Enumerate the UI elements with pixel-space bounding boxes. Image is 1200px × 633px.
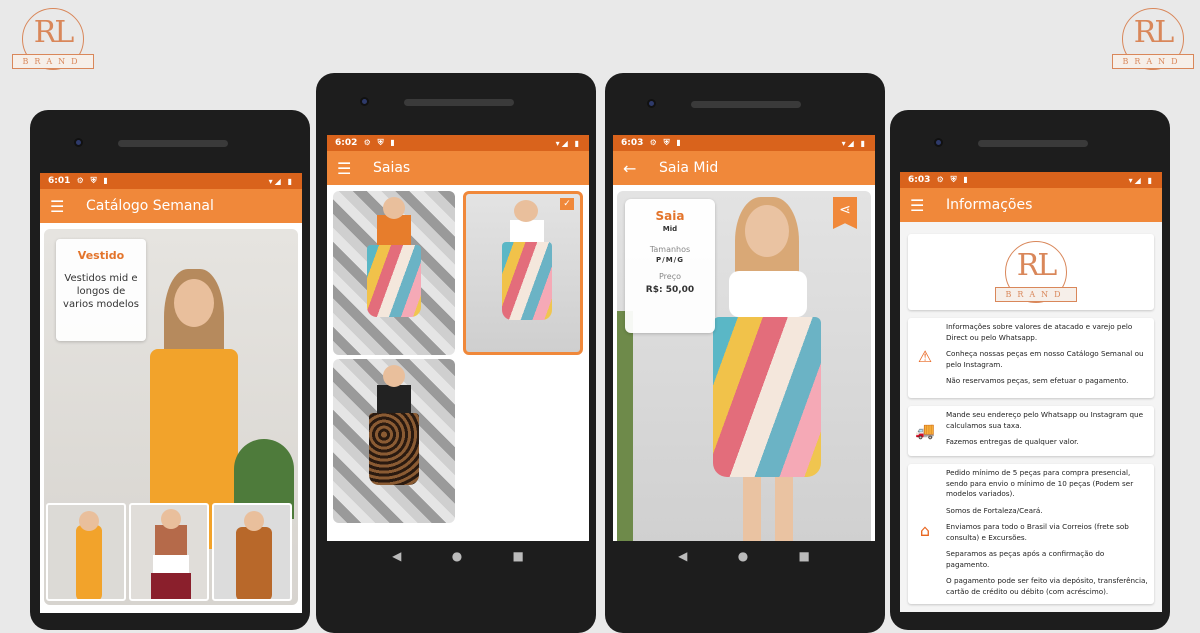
product-tile-3[interactable] bbox=[333, 359, 455, 523]
logo-mark: RL bbox=[33, 15, 75, 50]
speaker-grille bbox=[691, 101, 801, 108]
phone-product: 6:03 ⚙ ⛨ ▮ ▾◢ ▮ ← Saia Mid Saia Mid Tama… bbox=[605, 73, 885, 633]
status-icons: ⚙ ⛨ ▮ bbox=[76, 176, 110, 185]
thumbnail-2[interactable] bbox=[129, 503, 209, 601]
product-tile-2-selected[interactable]: ✓ bbox=[463, 191, 583, 355]
app-bar: ☰ Catálogo Semanal bbox=[40, 189, 302, 223]
info-box-1: ⚠ Informações sobre valores de atacado e… bbox=[908, 318, 1154, 398]
speaker-grille bbox=[118, 140, 228, 147]
system-nav-bar: ◀ ● ■ bbox=[327, 541, 589, 571]
info-line: Informações sobre valores de atacado e v… bbox=[946, 322, 1133, 342]
category-title: Vestido bbox=[77, 249, 125, 262]
category-card: Vestido Vestidos mid e longos de varios … bbox=[56, 239, 146, 341]
speaker-grille bbox=[978, 140, 1088, 147]
info-box-3: ⌂ Pedido mínimo de 5 peças para compra p… bbox=[908, 464, 1154, 604]
page-title: Saias bbox=[373, 160, 411, 176]
app-bar: ☰ Saias bbox=[327, 151, 589, 185]
info-line: Somos de Fortaleza/Ceará. bbox=[946, 505, 1043, 515]
status-icons: ⚙ ⛨ ▮ bbox=[363, 138, 397, 147]
signal-battery-icons: ▾◢ ▮ bbox=[555, 138, 581, 148]
thumbnail-1[interactable] bbox=[46, 503, 126, 601]
speaker-grille bbox=[404, 99, 514, 106]
menu-icon[interactable]: ☰ bbox=[337, 159, 359, 178]
store-icon: ⌂ bbox=[919, 521, 931, 540]
product-subtitle: Mid bbox=[662, 225, 678, 233]
recents-nav-icon[interactable]: ■ bbox=[513, 549, 524, 563]
front-camera bbox=[647, 99, 656, 108]
info-line: Pedido mínimo de 5 peças para compra pre… bbox=[946, 468, 1134, 498]
signal-battery-icons: ▾◢ ▮ bbox=[841, 138, 867, 148]
logo-mark: RL bbox=[1016, 248, 1058, 283]
info-line: Enviamos para todo o Brasil via Correios… bbox=[946, 522, 1129, 542]
brand-logo-right: RL BRAND bbox=[1110, 2, 1196, 76]
info-line: O pagamento pode ser feito via depósito,… bbox=[946, 576, 1148, 596]
status-icons: ⚙ ⛨ ▮ bbox=[649, 138, 683, 147]
page-title: Saia Mid bbox=[659, 160, 719, 176]
front-camera bbox=[934, 138, 943, 147]
screen-catalog: 6:01 ⚙ ⛨ ▮ ▾◢ ▮ ☰ Catálogo Semanal Vesti… bbox=[40, 173, 302, 613]
status-time: 6:01 bbox=[48, 176, 71, 186]
warning-icon: ⚠ bbox=[917, 347, 933, 366]
sizes-label: Tamanhos bbox=[649, 245, 691, 254]
menu-icon[interactable]: ☰ bbox=[910, 196, 932, 215]
logo-word: BRAND bbox=[995, 287, 1077, 302]
system-nav-bar: ◀ ● ■ bbox=[613, 541, 875, 571]
status-bar: 6:03 ⚙ ⛨ ▮ ▾◢ ▮ bbox=[900, 172, 1162, 188]
status-time: 6:02 bbox=[335, 138, 358, 148]
price-value: R$: 50,00 bbox=[645, 285, 695, 295]
status-bar: 6:02 ⚙ ⛨ ▮ ▾◢ ▮ bbox=[327, 135, 589, 151]
status-bar: 6:01 ⚙ ⛨ ▮ ▾◢ ▮ bbox=[40, 173, 302, 189]
info-logo-card: RL BRAND bbox=[908, 234, 1154, 310]
home-nav-icon[interactable]: ● bbox=[738, 549, 748, 563]
back-arrow-icon[interactable]: ← bbox=[623, 159, 645, 178]
category-description: Vestidos mid e longos de varios modelos bbox=[63, 273, 139, 310]
signal-battery-icons: ▾◢ ▮ bbox=[1128, 175, 1154, 185]
menu-icon[interactable]: ☰ bbox=[50, 197, 72, 216]
page-title: Informações bbox=[946, 197, 1033, 213]
product-tile-1[interactable] bbox=[333, 191, 455, 355]
info-line: Não reservamos peças, sem efetuar o paga… bbox=[946, 376, 1129, 385]
info-box-2: 🚚 Mande seu endereço pelo Whatsapp ou In… bbox=[908, 406, 1154, 456]
status-time: 6:03 bbox=[908, 175, 931, 185]
front-camera bbox=[74, 138, 83, 147]
screen-product: 6:03 ⚙ ⛨ ▮ ▾◢ ▮ ← Saia Mid Saia Mid Tama… bbox=[613, 135, 875, 571]
recents-nav-icon[interactable]: ■ bbox=[799, 549, 810, 563]
phone-skirts: 6:02 ⚙ ⛨ ▮ ▾◢ ▮ ☰ Saias ✓ ◀ ● ■ bbox=[316, 73, 596, 633]
product-name: Saia bbox=[655, 209, 685, 223]
status-bar: 6:03 ⚙ ⛨ ▮ ▾◢ ▮ bbox=[613, 135, 875, 151]
screen-skirts: 6:02 ⚙ ⛨ ▮ ▾◢ ▮ ☰ Saias ✓ ◀ ● ■ bbox=[327, 135, 589, 571]
thumbnail-3[interactable] bbox=[212, 503, 292, 601]
page-title: Catálogo Semanal bbox=[86, 198, 214, 214]
app-bar: ☰ Informações bbox=[900, 188, 1162, 222]
info-line: Fazemos entregas de qualquer valor. bbox=[946, 437, 1079, 446]
brand-logo-left: RL BRAND bbox=[10, 2, 96, 76]
info-line: Conheça nossas peças em nosso Catálogo S… bbox=[946, 349, 1144, 369]
front-camera bbox=[360, 97, 369, 106]
phone-info: 6:03 ⚙ ⛨ ▮ ▾◢ ▮ ☰ Informações RL BRAND ⚠… bbox=[890, 110, 1170, 630]
status-icons: ⚙ ⛨ ▮ bbox=[936, 175, 970, 184]
selected-check-icon: ✓ bbox=[560, 198, 574, 210]
back-nav-icon[interactable]: ◀ bbox=[392, 549, 401, 563]
price-label: Preço bbox=[658, 272, 681, 281]
logo-mark: RL bbox=[1133, 15, 1175, 50]
brand-logo-info: RL BRAND bbox=[993, 235, 1079, 309]
signal-battery-icons: ▾◢ ▮ bbox=[268, 176, 294, 186]
app-bar: ← Saia Mid bbox=[613, 151, 875, 185]
product-info-card: Saia Mid Tamanhos P/M/G Preço R$: 50,00 bbox=[625, 199, 715, 333]
back-nav-icon[interactable]: ◀ bbox=[678, 549, 687, 563]
screen-info: 6:03 ⚙ ⛨ ▮ ▾◢ ▮ ☰ Informações RL BRAND ⚠… bbox=[900, 172, 1162, 612]
logo-word: BRAND bbox=[12, 54, 94, 69]
delivery-truck-icon: 🚚 bbox=[915, 421, 935, 440]
status-time: 6:03 bbox=[621, 138, 644, 148]
sizes-value: P/M/G bbox=[656, 256, 684, 264]
info-line: Mande seu endereço pelo Whatsapp ou Inst… bbox=[946, 410, 1143, 430]
phone-catalog: 6:01 ⚙ ⛨ ▮ ▾◢ ▮ ☰ Catálogo Semanal Vesti… bbox=[30, 110, 310, 630]
info-line: Separamos as peças após a confirmação do… bbox=[946, 549, 1105, 569]
logo-word: BRAND bbox=[1112, 54, 1194, 69]
home-nav-icon[interactable]: ● bbox=[452, 549, 462, 563]
